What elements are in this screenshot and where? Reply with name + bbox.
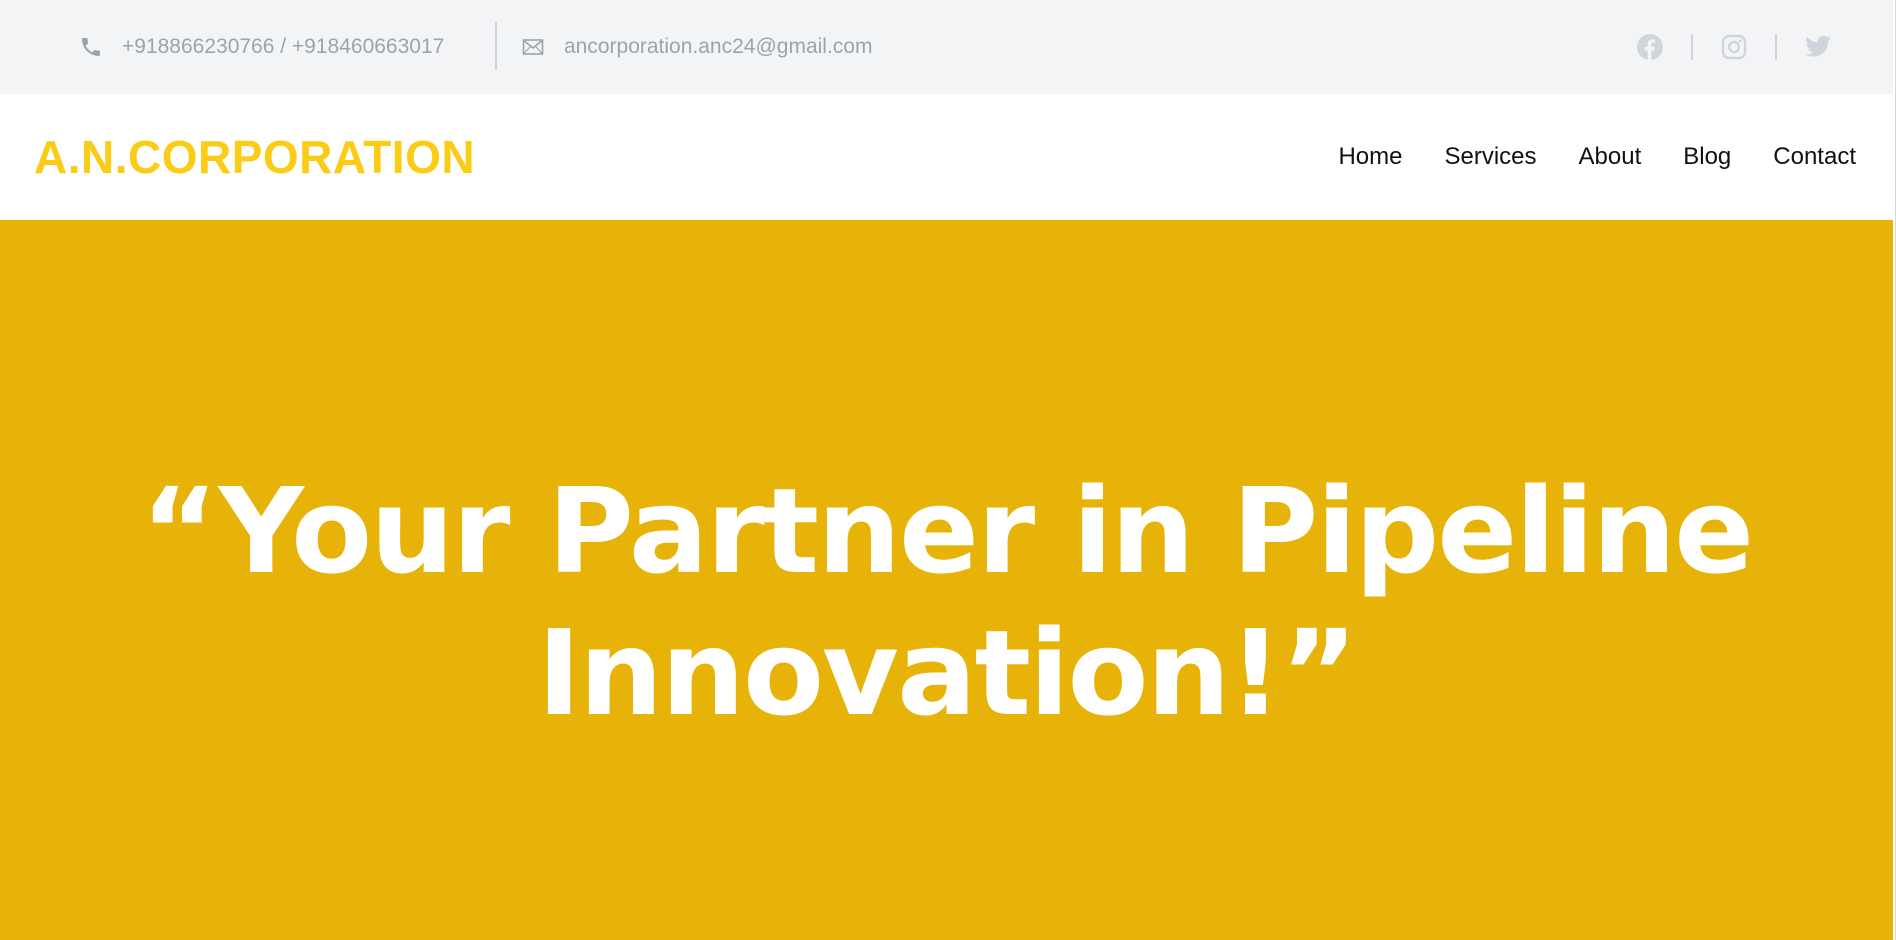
nav-services[interactable]: Services [1444,143,1536,171]
social-divider [1691,34,1693,60]
phone-icon [78,34,104,60]
hero-section: “Your Partner in Pipeline Innovation!” [0,220,1893,940]
nav-blog[interactable]: Blog [1683,143,1731,171]
phone-contact[interactable]: +918866230766 / +918460663017 [78,0,444,94]
contact-divider [495,22,497,70]
phone-numbers: +918866230766 / +918460663017 [122,35,445,58]
email-address: ancorporation.anc24@gmail.com [564,35,873,58]
site-header: A.N.CORPORATION Home Services About Blog… [0,94,1893,220]
nav-contact[interactable]: Contact [1773,143,1856,171]
nav-home[interactable]: Home [1338,143,1402,171]
social-links [1635,0,1833,94]
hero-headline: “Your Partner in Pipeline Innovation!” [140,462,1754,742]
nav-about[interactable]: About [1579,143,1642,171]
social-divider [1775,34,1777,60]
facebook-icon[interactable] [1635,32,1665,62]
mail-icon [520,34,546,60]
page: +918866230766 / +918460663017 ancorporat… [0,0,1896,940]
instagram-icon[interactable] [1719,32,1749,62]
main-nav: Home Services About Blog Contact [1296,94,1856,220]
email-contact[interactable]: ancorporation.anc24@gmail.com [520,0,872,94]
top-contact-bar: +918866230766 / +918460663017 ancorporat… [0,0,1893,94]
site-logo[interactable]: A.N.CORPORATION [34,94,475,220]
twitter-icon[interactable] [1803,32,1833,62]
